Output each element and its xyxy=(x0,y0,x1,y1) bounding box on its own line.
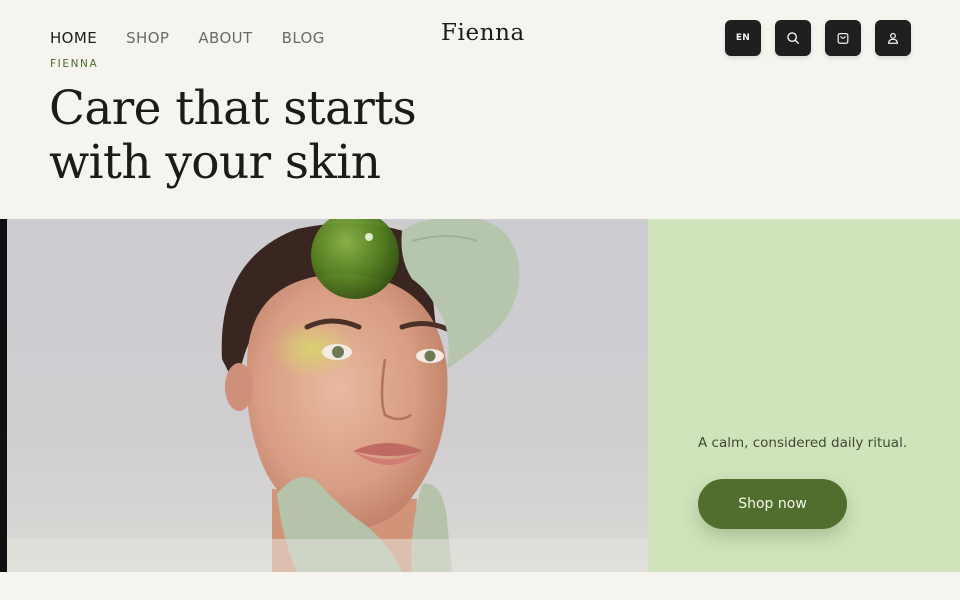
hero-photo xyxy=(7,219,648,572)
hero-headline: Care that starts with your skin xyxy=(49,82,449,190)
model-illustration xyxy=(7,219,648,572)
nav-blog[interactable]: BLOG xyxy=(282,29,325,47)
nav-about[interactable]: ABOUT xyxy=(198,29,252,47)
main-nav: HOME SHOP ABOUT BLOG xyxy=(50,29,354,47)
hero-panel: A calm, considered daily ritual. Shop no… xyxy=(648,219,960,572)
search-button[interactable] xyxy=(775,20,811,56)
headline-line-2: with your skin xyxy=(49,135,381,190)
headline-line-1: Care that starts xyxy=(49,81,417,136)
nav-shop[interactable]: SHOP xyxy=(126,29,169,47)
bag-icon xyxy=(837,33,849,44)
user-icon xyxy=(888,32,898,44)
nav-home[interactable]: HOME xyxy=(50,29,97,47)
cart-button[interactable] xyxy=(825,20,861,56)
language-label: EN xyxy=(735,33,751,43)
header-actions: EN xyxy=(725,20,911,56)
account-button[interactable] xyxy=(875,20,911,56)
hero-band: A calm, considered daily ritual. Shop no… xyxy=(0,219,960,572)
brand-logo[interactable]: Fienna xyxy=(441,20,525,46)
shop-now-button[interactable]: Shop now xyxy=(698,479,847,529)
search-icon xyxy=(787,32,799,44)
hero-tagline: A calm, considered daily ritual. xyxy=(698,435,908,451)
edge-bar xyxy=(0,219,7,572)
hero-eyebrow: FIENNA xyxy=(50,58,99,70)
language-button[interactable]: EN xyxy=(725,20,761,56)
